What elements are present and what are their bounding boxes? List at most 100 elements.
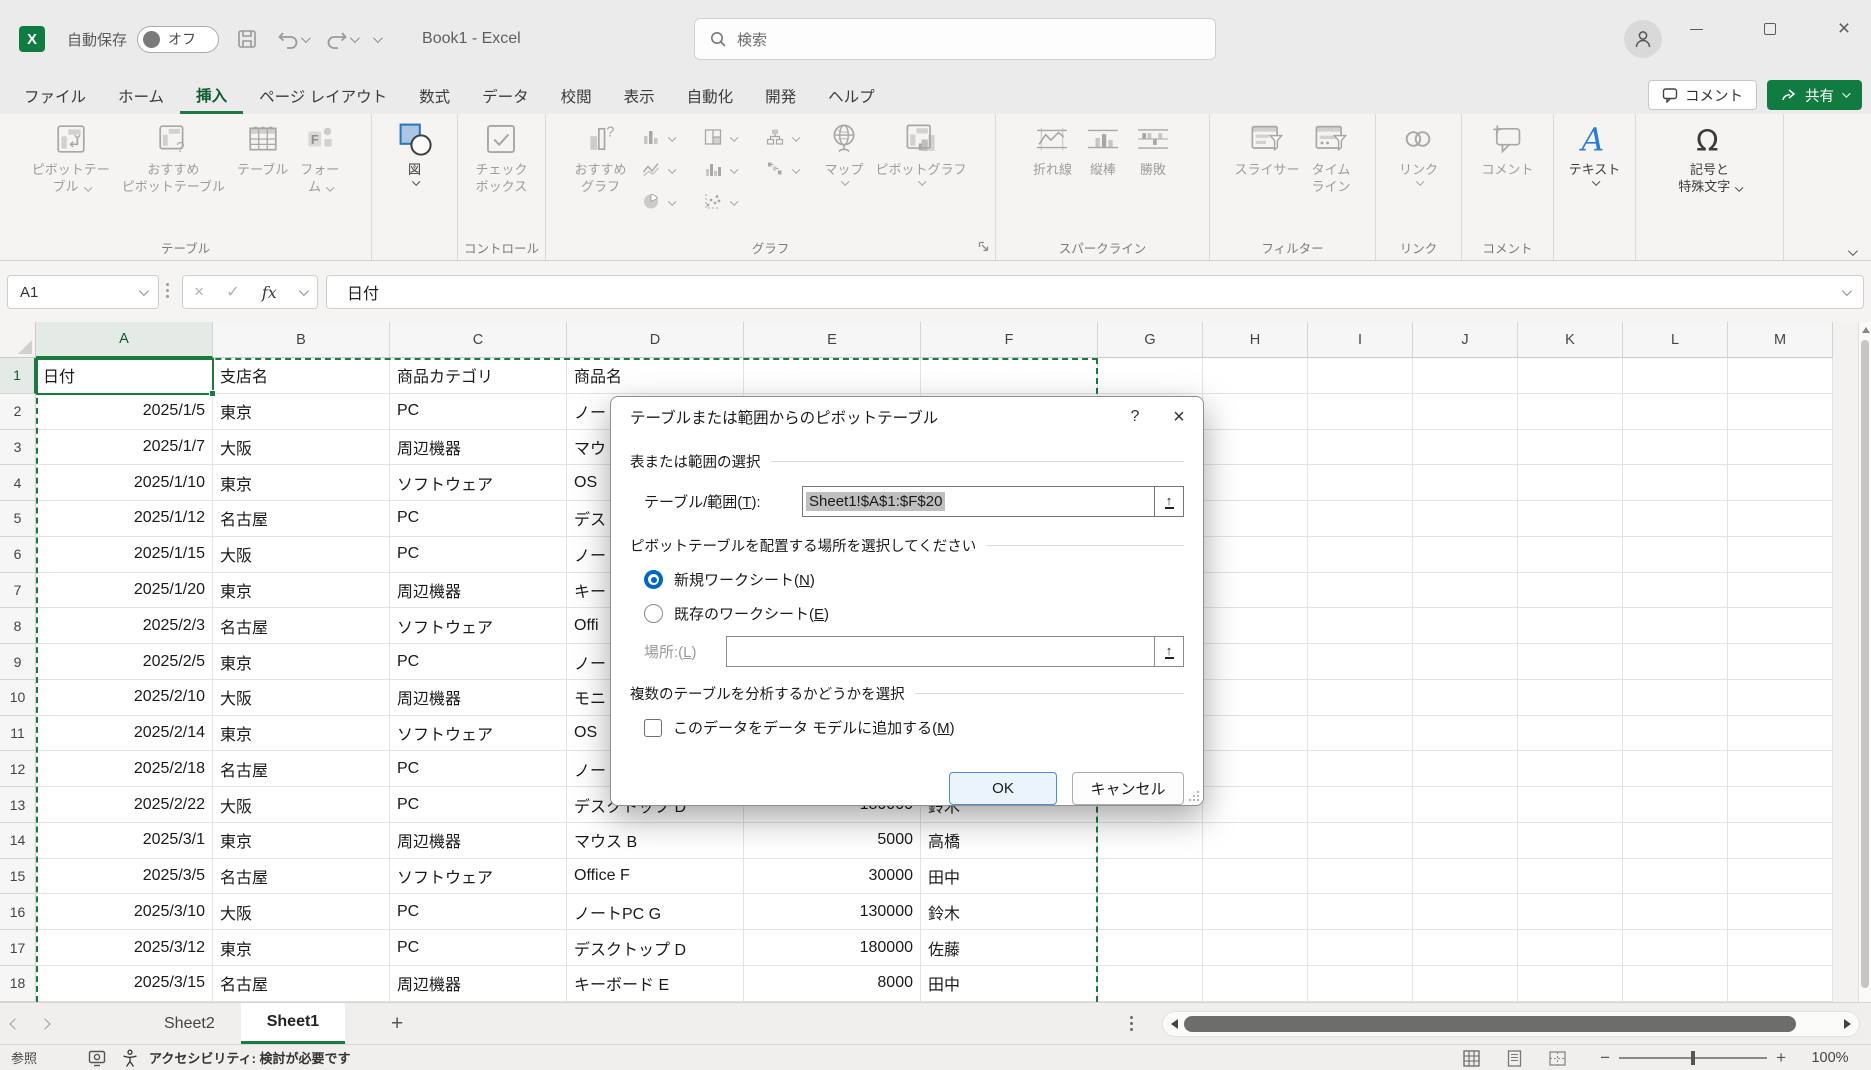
cell[interactable] xyxy=(1728,751,1833,787)
cell[interactable] xyxy=(1413,823,1518,859)
dialog-help-button[interactable]: ? xyxy=(1115,408,1155,426)
cell[interactable]: 2025/1/12 xyxy=(36,501,213,537)
cell[interactable] xyxy=(1098,966,1203,1002)
row-header[interactable]: 17 xyxy=(0,930,36,966)
cell[interactable]: 周辺機器 xyxy=(390,823,567,859)
cell[interactable] xyxy=(1518,859,1623,895)
cell[interactable] xyxy=(1413,966,1518,1002)
cell[interactable]: 大阪 xyxy=(213,537,390,573)
cell[interactable] xyxy=(1203,394,1308,430)
cell[interactable]: デスクトップ D xyxy=(567,930,744,966)
ribbon-button-text[interactable]: Aテキスト xyxy=(1563,119,1627,192)
sheet-tab-sheet2[interactable]: Sheet2 xyxy=(138,1003,241,1044)
cell[interactable] xyxy=(1623,680,1728,716)
zoom-out-button[interactable]: − xyxy=(1591,1048,1619,1068)
row-header[interactable]: 4 xyxy=(0,465,36,501)
cell[interactable] xyxy=(1203,537,1308,573)
ribbon-tab[interactable]: 数式 xyxy=(403,78,466,114)
cell[interactable]: 東京 xyxy=(213,573,390,609)
cell[interactable] xyxy=(1308,465,1413,501)
cell[interactable] xyxy=(1308,751,1413,787)
accessibility-status[interactable]: アクセシビリティ: 検討が必要です xyxy=(149,1048,351,1067)
cell[interactable]: PC xyxy=(390,930,567,966)
insert-function-button[interactable]: fx xyxy=(262,283,277,302)
cell[interactable] xyxy=(1413,680,1518,716)
cell[interactable] xyxy=(1203,787,1308,823)
cell[interactable] xyxy=(1308,608,1413,644)
cell[interactable] xyxy=(1203,644,1308,680)
cell[interactable] xyxy=(1623,787,1728,823)
close-button[interactable]: × xyxy=(1816,0,1871,58)
ribbon-tab[interactable]: ファイル xyxy=(8,78,102,114)
cell[interactable] xyxy=(1728,573,1833,609)
accessibility-button[interactable] xyxy=(121,1049,139,1067)
cell[interactable]: 日付 xyxy=(36,358,213,394)
radio-existing-worksheet[interactable]: 既存のワークシート(E) xyxy=(630,603,1184,624)
cell[interactable]: 東京 xyxy=(213,716,390,752)
cell[interactable] xyxy=(1308,537,1413,573)
column-header[interactable]: M xyxy=(1728,322,1833,358)
cell[interactable] xyxy=(1728,930,1833,966)
cell[interactable] xyxy=(1728,537,1833,573)
dialog-launcher-button[interactable] xyxy=(977,240,990,256)
cell[interactable] xyxy=(1098,358,1203,394)
cell[interactable]: 田中 xyxy=(921,859,1098,895)
radio-new-worksheet[interactable]: 新規ワークシート(N) xyxy=(630,569,1184,590)
row-header[interactable]: 16 xyxy=(0,894,36,930)
cell[interactable]: 2025/3/10 xyxy=(36,894,213,930)
cell[interactable] xyxy=(1413,501,1518,537)
cell[interactable]: PC xyxy=(390,787,567,823)
cell[interactable] xyxy=(1518,465,1623,501)
cell[interactable]: 2025/2/5 xyxy=(36,644,213,680)
cell[interactable]: 大阪 xyxy=(213,894,390,930)
collapse-ribbon-button[interactable] xyxy=(1848,243,1855,261)
cell[interactable]: 周辺機器 xyxy=(390,680,567,716)
cell[interactable] xyxy=(1728,644,1833,680)
cell[interactable]: マウス B xyxy=(567,823,744,859)
cell[interactable]: 商品カテゴリ xyxy=(390,358,567,394)
cell[interactable] xyxy=(1413,894,1518,930)
cell[interactable] xyxy=(1098,859,1203,895)
cell[interactable]: 支店名 xyxy=(213,358,390,394)
cell[interactable]: PC xyxy=(390,751,567,787)
ribbon-tab[interactable]: 開発 xyxy=(749,78,812,114)
cell[interactable] xyxy=(1728,966,1833,1002)
cell[interactable] xyxy=(1308,787,1413,823)
cell[interactable] xyxy=(1203,823,1308,859)
cell[interactable]: 2025/1/20 xyxy=(36,573,213,609)
cell[interactable] xyxy=(1308,930,1413,966)
cell[interactable]: 2025/3/5 xyxy=(36,859,213,895)
cell[interactable] xyxy=(1413,787,1518,823)
cell[interactable]: 周辺機器 xyxy=(390,966,567,1002)
cell[interactable] xyxy=(1413,716,1518,752)
page-break-view-button[interactable] xyxy=(1548,1049,1567,1068)
cell[interactable] xyxy=(1308,823,1413,859)
minimize-button[interactable] xyxy=(1668,0,1724,58)
zoom-slider-thumb[interactable] xyxy=(1691,1051,1695,1065)
cell[interactable] xyxy=(1203,608,1308,644)
formula-expand-icon[interactable] xyxy=(1842,286,1852,296)
cell[interactable] xyxy=(1413,644,1518,680)
zoom-level[interactable]: 100% xyxy=(1795,1050,1865,1066)
column-header[interactable]: H xyxy=(1203,322,1308,358)
cell[interactable] xyxy=(1308,358,1413,394)
cell[interactable]: 周辺機器 xyxy=(390,573,567,609)
cell[interactable] xyxy=(1203,894,1308,930)
row-header[interactable]: 3 xyxy=(0,430,36,466)
cell[interactable]: PC xyxy=(390,394,567,430)
cell[interactable] xyxy=(1203,573,1308,609)
row-header[interactable]: 12 xyxy=(0,751,36,787)
column-header[interactable]: A xyxy=(36,322,213,358)
location-picker-button[interactable]: ↑ xyxy=(1154,637,1183,666)
cell[interactable]: 東京 xyxy=(213,823,390,859)
cell[interactable] xyxy=(1623,751,1728,787)
cell[interactable] xyxy=(1203,680,1308,716)
horizontal-scrollbar-thumb[interactable] xyxy=(1184,1016,1796,1032)
normal-view-button[interactable] xyxy=(1462,1049,1481,1068)
cell[interactable] xyxy=(1623,823,1728,859)
cell[interactable] xyxy=(1728,894,1833,930)
page-layout-view-button[interactable] xyxy=(1505,1049,1524,1068)
cell[interactable] xyxy=(1623,430,1728,466)
cell[interactable] xyxy=(1413,430,1518,466)
fx-dropdown-icon[interactable] xyxy=(299,286,309,296)
